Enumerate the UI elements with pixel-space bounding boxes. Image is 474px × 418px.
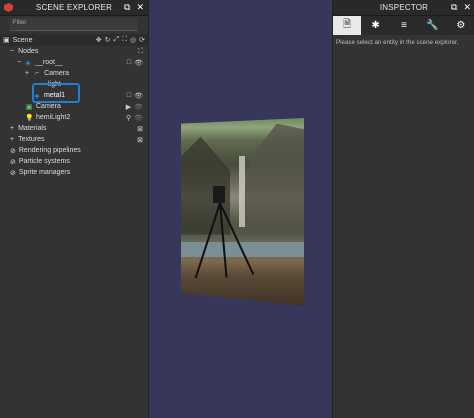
disabled-icon: ⊘ <box>10 147 16 155</box>
materials-label: Materials <box>18 125 47 132</box>
inspector-panel: INSPECTOR ⧉ ✕ 🗎 ✱ ≡ 🔧 ⚙ Please select an… <box>332 0 474 418</box>
collapse-icon[interactable]: − <box>10 48 14 55</box>
tree-camera-child-row[interactable]: + ⌐ Camera <box>0 68 148 79</box>
scene-row[interactable]: ▣ Scene ✥ ↻ ⤢ ⛶ ◎ ⟳ <box>0 34 148 46</box>
particles-label: Particle systems <box>18 158 70 165</box>
gizmo-icon[interactable]: ◎ <box>130 36 136 44</box>
material-tool-icon[interactable]: ⊠ <box>137 125 143 133</box>
tree-textures-row[interactable]: + Textures ⊠ <box>0 134 148 145</box>
gear-icon: ⚙ <box>456 20 466 31</box>
rendering-label: Rendering pipelines <box>18 147 81 154</box>
tab-tools[interactable]: 🔧 <box>418 16 446 35</box>
eye-icon[interactable]: 👁 <box>134 103 143 111</box>
camera-node-icon: ▣ <box>25 103 33 111</box>
scene-explorer-header: SCENE EXPLORER ⧉ ✕ <box>0 0 148 16</box>
close-icon[interactable]: ✕ <box>463 2 471 13</box>
scale-icon[interactable]: ⤢ <box>114 36 120 44</box>
move-icon[interactable]: ✥ <box>96 36 102 44</box>
detach-icon[interactable]: ⧉ <box>451 2 457 13</box>
root-label: __root__ <box>35 59 63 66</box>
tree-hemi-row[interactable]: 💡 hemiLight2 ⚲ 👁 <box>0 112 148 123</box>
expand-icon[interactable]: + <box>10 125 14 132</box>
close-icon[interactable]: ✕ <box>136 2 144 13</box>
scene-icon: ▣ <box>3 37 10 44</box>
tree-rendering-row[interactable]: ⊘ Rendering pipelines <box>0 145 148 156</box>
texture-tool-icon[interactable]: ⊠ <box>137 136 143 144</box>
disabled-icon: ⊘ <box>10 169 16 177</box>
eye-icon[interactable]: 👁 <box>134 92 143 100</box>
eye-icon[interactable]: 👁 <box>134 59 143 67</box>
refresh-icon[interactable]: ↻ <box>105 36 111 44</box>
tree-nodes-row[interactable]: − Nodes ⛶ <box>0 46 148 57</box>
tab-settings[interactable]: ⚙ <box>447 16 474 35</box>
bulb-icon: 💡 <box>25 114 34 122</box>
filter-input[interactable]: Filter <box>10 18 138 31</box>
mesh-icon: ◈ <box>25 59 31 67</box>
tree-materials-row[interactable]: + Materials ⊠ <box>0 123 148 134</box>
bounding-box-icon[interactable]: □ <box>127 92 131 100</box>
tree-camera-row[interactable]: ▣ Camera ▶ 👁 <box>0 101 148 112</box>
textured-plane-mesh[interactable] <box>181 118 304 306</box>
textures-label: Textures <box>18 136 45 143</box>
collapse-icon[interactable]: − <box>17 59 21 66</box>
tab-properties[interactable]: 🗎 <box>333 16 362 35</box>
mesh-icon: ◈ <box>34 92 40 100</box>
camera-on-tripod <box>212 185 226 203</box>
inspector-tabs: 🗎 ✱ ≡ 🔧 ⚙ <box>333 16 474 35</box>
metal-label: metal1 <box>44 92 66 99</box>
pin-icon[interactable]: ⚲ <box>126 114 131 122</box>
tree-particles-row[interactable]: ⊘ Particle systems <box>0 156 148 167</box>
inspector-header: INSPECTOR ⧉ ✕ <box>333 0 474 16</box>
waterfall <box>238 155 245 228</box>
expand-all-icon[interactable]: ⛶ <box>138 48 143 56</box>
disabled-icon: ⊘ <box>10 158 16 166</box>
expand-icon[interactable]: + <box>10 136 14 143</box>
scene-explorer-panel: SCENE EXPLORER ⧉ ✕ Filter ▣ Scene ✥ ↻ ⤢ … <box>0 0 149 418</box>
inspector-message: Please select an entity in the scene exp… <box>336 39 459 46</box>
wrench-icon: 🔧 <box>426 20 439 31</box>
tab-statistics[interactable]: ≡ <box>390 16 418 35</box>
tree-root-row[interactable]: − ◈ __root__ □ 👁 <box>0 57 148 68</box>
tab-debug[interactable]: ✱ <box>361 16 389 35</box>
sprites-label: Sprite managers <box>18 169 71 176</box>
stats-icon: ≡ <box>401 20 407 31</box>
hemi-label: hemiLight2 <box>36 114 71 121</box>
tree-metal-row[interactable]: ◈ metal1 □ 👁 <box>0 90 148 101</box>
camera-icon[interactable]: ▶ <box>126 103 131 111</box>
camera-label: Camera <box>36 103 61 110</box>
bug-icon: ✱ <box>371 20 380 31</box>
tree-sprites-row[interactable]: ⊘ Sprite managers <box>0 167 148 178</box>
file-icon: 🗎 <box>343 19 352 30</box>
scene-label: Scene <box>12 36 33 44</box>
detach-icon[interactable]: ⧉ <box>124 2 130 13</box>
tree-light-row[interactable]: light <box>0 79 148 90</box>
nodes-label: Nodes <box>18 48 39 55</box>
refresh-scene-icon[interactable]: ⟳ <box>139 36 145 44</box>
expand-icon[interactable]: + <box>25 70 29 77</box>
camera-child-label: Camera <box>44 70 69 77</box>
eye-icon[interactable]: 👁 <box>134 114 143 122</box>
transform-node-icon: ⌐ <box>35 70 40 77</box>
light-label: light <box>48 81 61 88</box>
fullscreen-icon[interactable]: ⛶ <box>122 36 127 44</box>
bounding-box-icon[interactable]: □ <box>127 59 131 67</box>
